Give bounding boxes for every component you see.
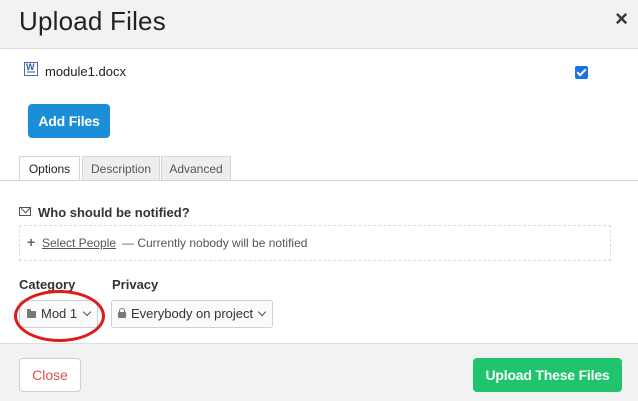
chevron-down-icon xyxy=(257,307,267,317)
plus-icon[interactable]: + xyxy=(27,234,35,250)
lock-icon xyxy=(118,308,126,318)
tab-description[interactable]: Description xyxy=(82,156,160,181)
privacy-value: Everybody on project xyxy=(131,306,254,321)
file-include-checkbox[interactable] xyxy=(575,66,588,79)
dialog-header: Upload Files × xyxy=(0,0,638,49)
word-doc-icon xyxy=(24,62,38,76)
folder-icon xyxy=(27,309,36,318)
tabs-divider xyxy=(0,180,638,181)
category-value: Mod 1 xyxy=(41,306,78,321)
category-select[interactable]: Mod 1 xyxy=(19,300,98,328)
privacy-select[interactable]: Everybody on project xyxy=(111,300,273,328)
close-button[interactable]: Close xyxy=(19,358,81,392)
tab-advanced[interactable]: Advanced xyxy=(161,156,231,181)
notify-heading: Who should be notified? xyxy=(38,205,190,220)
category-label: Category xyxy=(19,277,76,292)
privacy-label: Privacy xyxy=(112,277,159,292)
tab-options[interactable]: Options xyxy=(19,156,80,181)
upload-files-button[interactable]: Upload These Files xyxy=(473,358,622,392)
add-files-button[interactable]: Add Files xyxy=(28,104,110,138)
envelope-icon xyxy=(19,207,31,216)
notify-status: — Currently nobody will be notified xyxy=(122,236,308,250)
dialog-title: Upload Files xyxy=(19,6,166,36)
file-row: module1.docx xyxy=(0,58,638,86)
select-people-link[interactable]: Select People xyxy=(42,236,116,250)
chevron-down-icon xyxy=(82,307,92,317)
file-name: module1.docx xyxy=(45,64,126,79)
close-icon[interactable]: × xyxy=(615,6,628,32)
